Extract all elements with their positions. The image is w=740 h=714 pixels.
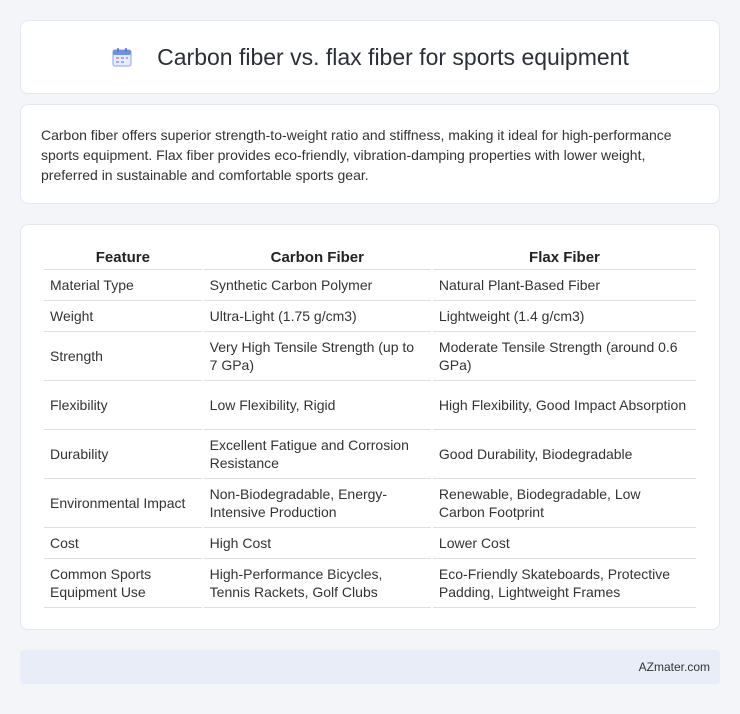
table-row: Cost High Cost Lower Cost bbox=[44, 528, 696, 559]
table-row: Strength Very High Tensile Strength (up … bbox=[44, 332, 696, 381]
cell-carbon: Synthetic Carbon Polymer bbox=[203, 270, 431, 301]
calendar-icon bbox=[111, 46, 133, 68]
table-row: Common Sports Equipment Use High-Perform… bbox=[44, 559, 696, 608]
cell-feature: Weight bbox=[44, 301, 202, 332]
table-row: Durability Excellent Fatigue and Corrosi… bbox=[44, 430, 696, 479]
cell-flax: Renewable, Biodegradable, Low Carbon Foo… bbox=[432, 479, 696, 528]
cell-feature: Cost bbox=[44, 528, 202, 559]
cell-flax: High Flexibility, Good Impact Absorption bbox=[432, 381, 696, 430]
cell-feature: Common Sports Equipment Use bbox=[44, 559, 202, 608]
cell-carbon: High Cost bbox=[203, 528, 431, 559]
cell-flax: Natural Plant-Based Fiber bbox=[432, 270, 696, 301]
cell-feature: Material Type bbox=[44, 270, 202, 301]
summary-text: Carbon fiber offers superior strength-to… bbox=[41, 127, 672, 183]
header-carbon-fiber: Carbon Fiber bbox=[203, 245, 431, 270]
header-feature: Feature bbox=[44, 245, 202, 270]
cell-flax: Eco-Friendly Skateboards, Protective Pad… bbox=[432, 559, 696, 608]
cell-carbon: Excellent Fatigue and Corrosion Resistan… bbox=[203, 430, 431, 479]
table-row: Flexibility Low Flexibility, Rigid High … bbox=[44, 381, 696, 430]
footer-bar: AZmater.com bbox=[20, 650, 720, 684]
cell-carbon: High-Performance Bicycles, Tennis Racket… bbox=[203, 559, 431, 608]
cell-flax: Good Durability, Biodegradable bbox=[432, 430, 696, 479]
cell-flax: Lower Cost bbox=[432, 528, 696, 559]
cell-carbon: Non-Biodegradable, Energy-Intensive Prod… bbox=[203, 479, 431, 528]
cell-feature: Durability bbox=[44, 430, 202, 479]
footer-site-link[interactable]: AZmater.com bbox=[639, 660, 710, 674]
comparison-table: Feature Carbon Fiber Flax Fiber Material… bbox=[42, 245, 698, 608]
cell-carbon: Low Flexibility, Rigid bbox=[203, 381, 431, 430]
header-flax-fiber: Flax Fiber bbox=[432, 245, 696, 270]
cell-feature: Environmental Impact bbox=[44, 479, 202, 528]
cell-carbon: Ultra-Light (1.75 g/cm3) bbox=[203, 301, 431, 332]
table-row: Weight Ultra-Light (1.75 g/cm3) Lightwei… bbox=[44, 301, 696, 332]
summary-card: Carbon fiber offers superior strength-to… bbox=[20, 104, 720, 204]
cell-feature: Flexibility bbox=[44, 381, 202, 430]
cell-feature: Strength bbox=[44, 332, 202, 381]
table-row: Material Type Synthetic Carbon Polymer N… bbox=[44, 270, 696, 301]
comparison-table-card: Feature Carbon Fiber Flax Fiber Material… bbox=[20, 224, 720, 630]
cell-flax: Moderate Tensile Strength (around 0.6 GP… bbox=[432, 332, 696, 381]
page-title: Carbon fiber vs. flax fiber for sports e… bbox=[157, 43, 629, 70]
cell-carbon: Very High Tensile Strength (up to 7 GPa) bbox=[203, 332, 431, 381]
cell-flax: Lightweight (1.4 g/cm3) bbox=[432, 301, 696, 332]
table-row: Environmental Impact Non-Biodegradable, … bbox=[44, 479, 696, 528]
title-card: Carbon fiber vs. flax fiber for sports e… bbox=[20, 20, 720, 94]
table-header-row: Feature Carbon Fiber Flax Fiber bbox=[44, 245, 696, 270]
